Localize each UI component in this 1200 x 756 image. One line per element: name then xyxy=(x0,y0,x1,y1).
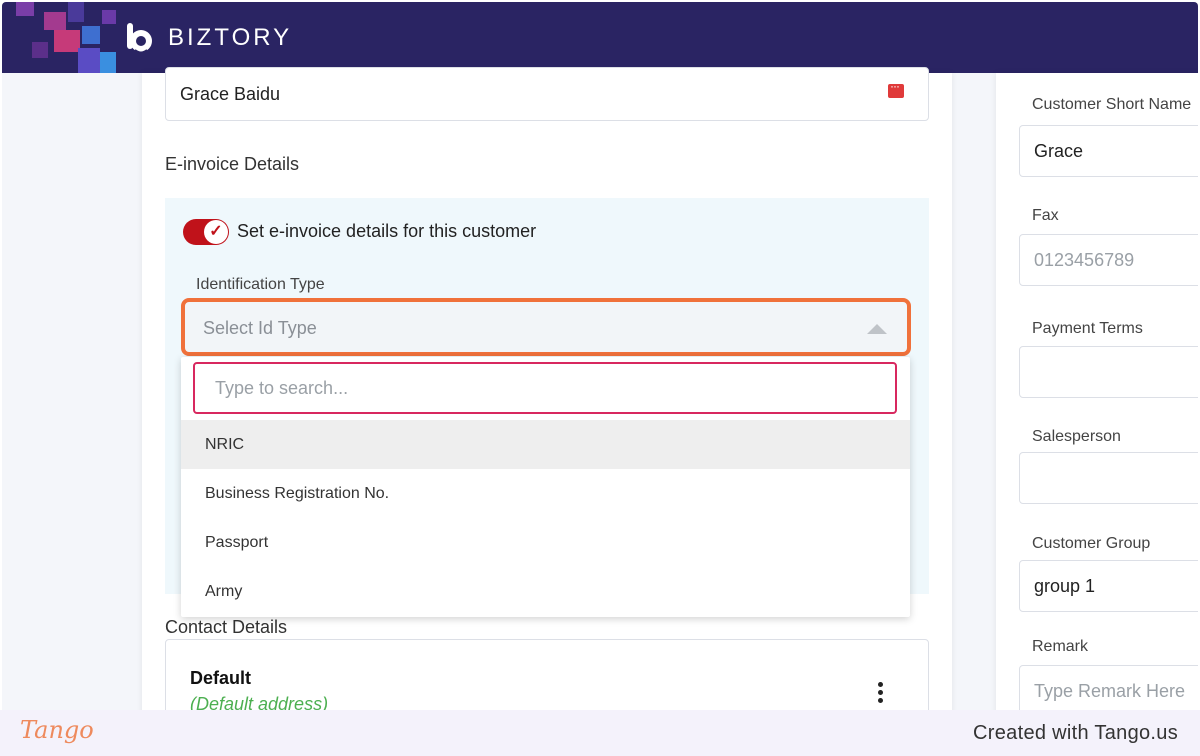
fax-label: Fax xyxy=(1032,207,1059,224)
check-icon: ✓ xyxy=(204,220,228,244)
salesperson-label: Salesperson xyxy=(1032,428,1121,445)
customer-name-field[interactable]: Grace Baidu xyxy=(165,67,929,121)
contact-default-address: (Default address) xyxy=(190,694,329,710)
contact-name: Default xyxy=(190,668,252,688)
customer-group-value: group 1 xyxy=(1034,576,1096,596)
password-manager-icon[interactable] xyxy=(888,79,904,98)
identification-type-label: Identification Type xyxy=(196,276,325,293)
salesperson-field[interactable] xyxy=(1019,452,1198,504)
brand-name: BIZTORY xyxy=(168,24,293,51)
customer-group-field[interactable]: group 1 xyxy=(1019,560,1198,612)
contact-card[interactable]: Default (Default address) xyxy=(165,639,929,710)
short-name-value: Grace xyxy=(1034,141,1084,161)
fax-placeholder: 0123456789 xyxy=(1034,250,1135,270)
dropdown-option[interactable]: Business Registration No. xyxy=(181,469,910,518)
short-name-label: Customer Short Name xyxy=(1032,96,1192,113)
dropdown-option[interactable]: NRIC xyxy=(181,420,910,469)
fax-field[interactable]: 0123456789 xyxy=(1019,234,1198,286)
customer-name-value: Grace Baidu xyxy=(180,84,281,104)
einvoice-section-title: E-invoice Details xyxy=(165,154,300,174)
biztory-logo-icon xyxy=(122,20,158,56)
remark-field[interactable]: Type Remark Here xyxy=(1019,665,1198,710)
remark-placeholder: Type Remark Here xyxy=(1034,681,1186,701)
payment-terms-field[interactable] xyxy=(1019,346,1198,398)
identification-type-placeholder: Select Id Type xyxy=(203,318,317,338)
identification-type-select[interactable]: Select Id Type xyxy=(181,298,911,356)
tango-footer: Tango Created with Tango.us xyxy=(0,710,1200,756)
einvoice-toggle-label: Set e-invoice details for this customer xyxy=(237,221,537,241)
einvoice-toggle[interactable]: ✓ xyxy=(183,219,229,245)
top-header: BIZTORY xyxy=(2,2,1198,73)
payment-terms-label: Payment Terms xyxy=(1032,320,1143,337)
short-name-field[interactable]: Grace xyxy=(1019,125,1198,177)
dropdown-option[interactable]: Army xyxy=(181,567,910,616)
remark-label: Remark xyxy=(1032,638,1089,655)
caret-up-icon xyxy=(867,324,887,334)
biztory-logo[interactable]: BIZTORY xyxy=(122,20,292,56)
id-type-search-input[interactable] xyxy=(193,362,897,414)
tango-logo: Tango xyxy=(20,716,94,744)
dropdown-option[interactable]: Passport xyxy=(181,518,910,567)
identification-type-dropdown: NRIC Business Registration No. Passport … xyxy=(181,357,910,617)
header-mosaic xyxy=(2,2,122,73)
customer-group-label: Customer Group xyxy=(1032,535,1151,552)
customer-form-side: Customer Short Name Grace Fax 0123456789… xyxy=(996,73,1198,710)
created-with-note: Created with Tango.us xyxy=(973,722,1178,744)
contact-section-title: Contact Details xyxy=(165,617,288,637)
more-options-icon[interactable] xyxy=(878,682,884,706)
